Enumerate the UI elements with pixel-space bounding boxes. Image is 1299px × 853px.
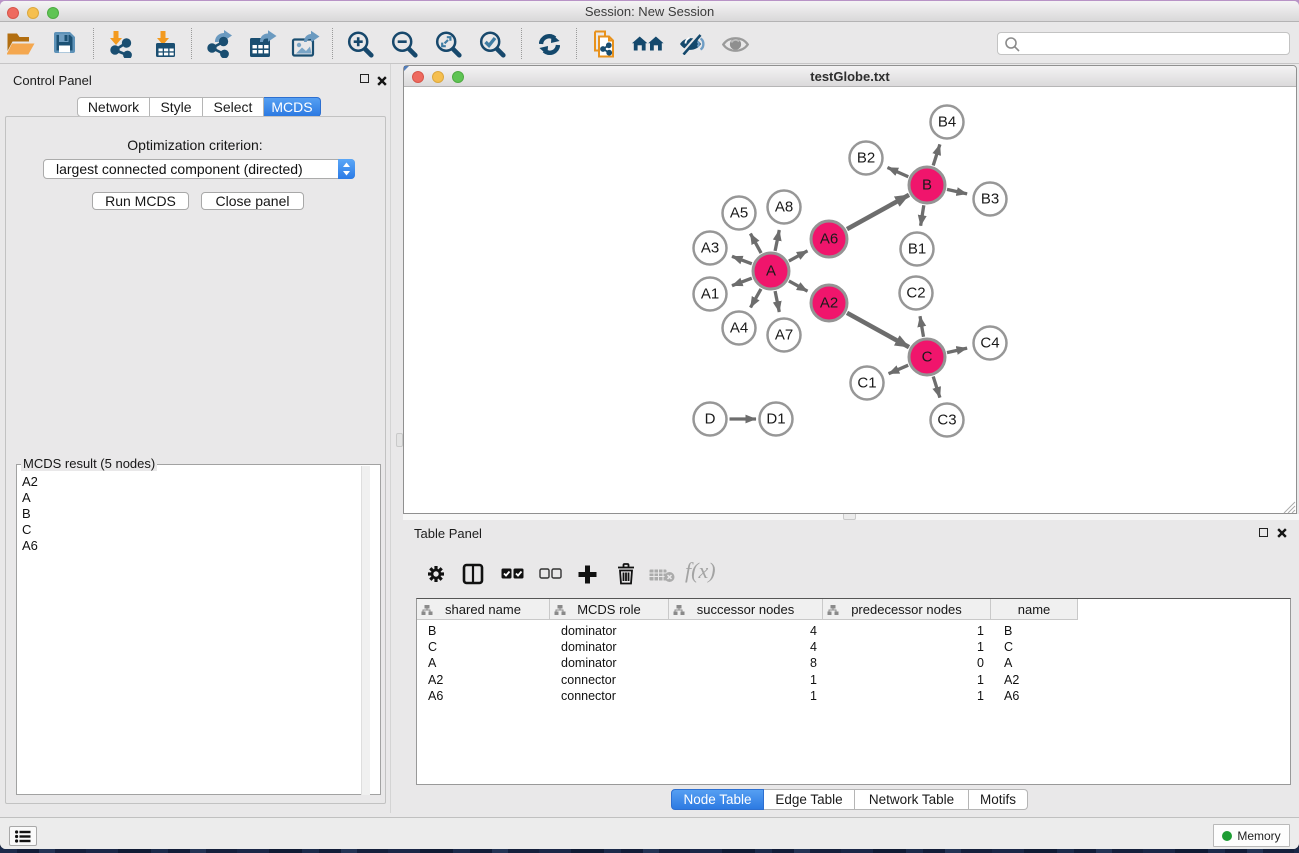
svg-text:B2: B2 <box>857 150 875 167</box>
svg-text:A5: A5 <box>730 205 748 222</box>
svg-text:A: A <box>766 263 776 280</box>
svg-text:C2: C2 <box>906 285 925 302</box>
svg-text:C: C <box>922 349 933 366</box>
svg-text:C1: C1 <box>857 375 876 392</box>
svg-text:C4: C4 <box>980 335 999 352</box>
svg-text:B4: B4 <box>938 114 956 131</box>
svg-text:A3: A3 <box>701 240 719 257</box>
svg-text:B3: B3 <box>981 191 999 208</box>
svg-text:C3: C3 <box>937 412 956 429</box>
svg-text:A8: A8 <box>775 199 793 216</box>
svg-text:A4: A4 <box>730 320 748 337</box>
svg-text:A1: A1 <box>701 286 719 303</box>
svg-text:D: D <box>705 411 716 428</box>
svg-text:A2: A2 <box>820 295 838 312</box>
svg-text:D1: D1 <box>766 411 785 428</box>
svg-text:B1: B1 <box>908 241 926 258</box>
svg-text:B: B <box>922 177 932 194</box>
svg-text:A6: A6 <box>820 231 838 248</box>
svg-text:A7: A7 <box>775 327 793 344</box>
